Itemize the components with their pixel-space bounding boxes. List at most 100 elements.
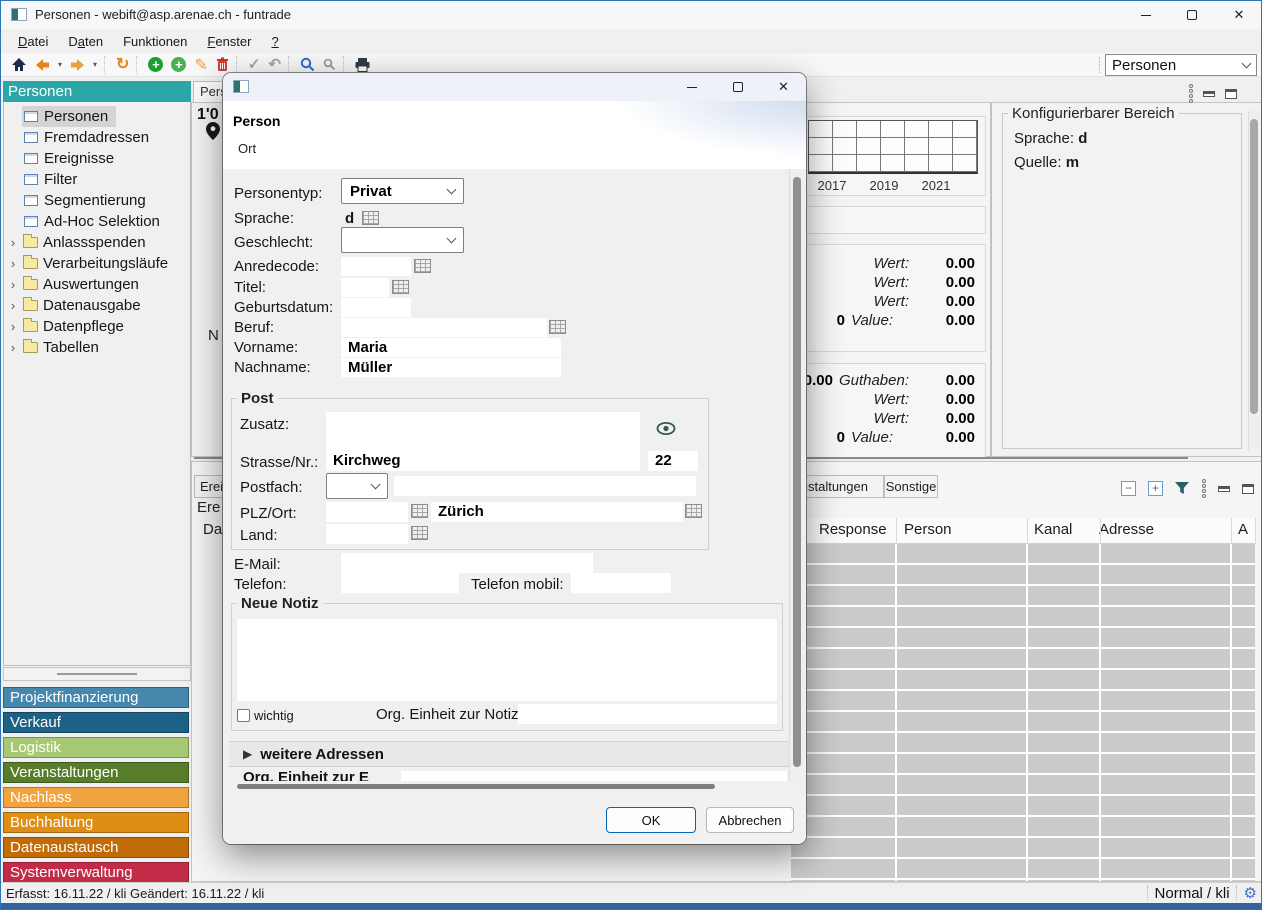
refresh-button[interactable]: ↻ [112,54,133,76]
hscrollbar-thumb[interactable] [237,784,715,789]
sidebar-item-adhoc-selektion[interactable]: Ad-Hoc Selektion [4,211,190,232]
sidebar-splitter[interactable] [3,667,191,681]
expand-chevron-icon[interactable]: › [4,298,22,313]
home-button[interactable] [7,54,31,76]
forward-dropdown[interactable]: ▾ [89,54,101,76]
module-veranstaltungen[interactable]: Veranstaltungen [3,762,189,783]
module-datenaustausch[interactable]: Datenaustausch [3,837,189,858]
settings-gear-icon[interactable]: ⚙ [1244,884,1257,902]
personentyp-select[interactable]: Privat [341,178,464,204]
expand-chevron-icon[interactable]: › [4,319,22,334]
menu-fenster[interactable]: Fenster [198,32,260,51]
back-dropdown[interactable]: ▾ [54,54,66,76]
panel-minimize-icon[interactable] [1218,486,1230,492]
module-logistik[interactable]: Logistik [3,737,189,758]
expand-all-icon[interactable]: + [1148,481,1163,496]
eye-icon[interactable] [656,421,676,441]
grip-dots-icon[interactable] [1202,479,1206,498]
dialog-minimize-button[interactable] [669,73,715,101]
panel-scrollbar[interactable] [1248,111,1259,451]
expand-chevron-icon[interactable]: › [4,235,22,250]
postfach-select[interactable] [326,473,388,499]
expand-chevron-icon[interactable]: › [4,277,22,292]
sidebar-item-datenpflege[interactable]: ›Datenpflege [4,316,190,337]
panel-maximize-icon[interactable] [1242,484,1254,494]
lookup-table-icon[interactable] [549,320,566,334]
panel-minimize-icon[interactable] [1203,91,1215,97]
plz-input[interactable] [326,502,408,522]
vorname-input[interactable]: Maria [341,338,561,357]
lookup-table-icon[interactable] [362,211,379,225]
grip-dots-icon[interactable] [1189,84,1193,103]
menu-daten[interactable]: Daten [59,32,112,51]
module-nachlass[interactable]: Nachlass [3,787,189,808]
telefon-mobil-input[interactable] [571,573,671,593]
add-button[interactable]: + [144,54,167,76]
sidebar-item-personen[interactable]: Personen [4,106,190,127]
telefon-input[interactable] [341,573,459,593]
ok-button[interactable]: OK [606,807,696,833]
lookup-table-icon[interactable] [414,259,431,273]
sidebar-item-datenausgabe[interactable]: ›Datenausgabe [4,295,190,316]
sidebar-item-auswertungen[interactable]: ›Auswertungen [4,274,190,295]
collapse-all-icon[interactable]: − [1121,481,1136,496]
window-maximize-button[interactable] [1169,1,1215,29]
vscrollbar-thumb[interactable] [793,177,801,767]
sidebar-item-fremdadressen[interactable]: Fremdadressen [4,127,190,148]
column-response[interactable]: Response [819,521,887,538]
back-button[interactable] [31,54,54,76]
panel-scrollbar-thumb[interactable] [1250,119,1258,414]
column-a[interactable]: A [1238,521,1248,538]
weitere-adressen-expander[interactable]: ▶ weitere Adressen [229,741,790,767]
dialog-close-button[interactable]: ✕ [761,73,806,101]
menu-datei[interactable]: Datei [9,32,57,51]
land-input[interactable] [326,524,408,544]
lookup-table-icon[interactable] [411,504,428,518]
window-minimize-button[interactable] [1123,1,1169,29]
window-close-button[interactable]: ✕ [1215,1,1262,29]
strasse-input[interactable]: Kirchweg [326,451,640,471]
sidebar-item-tabellen[interactable]: ›Tabellen [4,337,190,358]
lookup-table-icon[interactable] [411,526,428,540]
sprache-value[interactable]: d [345,210,354,227]
sidebar-item-verarbeitungslaeufe[interactable]: ›Verarbeitungsläufe [4,253,190,274]
menu-funktionen[interactable]: Funktionen [114,32,196,51]
sidebar-item-filter[interactable]: Filter [4,169,190,190]
dialog-vscrollbar[interactable] [789,169,805,781]
menu-help[interactable]: ? [262,32,287,51]
wichtig-checkbox[interactable] [237,709,250,722]
expand-chevron-icon[interactable]: › [4,340,22,355]
module-verkauf[interactable]: Verkauf [3,712,189,733]
filter-icon[interactable] [1175,482,1190,495]
panel-maximize-icon[interactable] [1225,89,1237,99]
dialog-maximize-button[interactable] [715,73,761,101]
org-einheit-input[interactable] [518,704,777,724]
tab-sonstige[interactable]: Sonstige [884,475,938,498]
column-adresse[interactable]: Adresse [1099,521,1154,538]
zusatz-input[interactable] [326,412,640,452]
lookup-table-icon[interactable] [392,280,409,294]
column-person[interactable]: Person [904,521,952,538]
column-kanal[interactable]: Kanal [1034,521,1072,538]
sidebar-item-segmentierung[interactable]: Segmentierung [4,190,190,211]
postfach-input[interactable] [394,476,696,496]
titel-input[interactable] [341,278,389,297]
sidebar-item-ereignisse[interactable]: Ereignisse [4,148,190,169]
clipped-input[interactable] [401,771,787,781]
module-buchhaltung[interactable]: Buchhaltung [3,812,189,833]
ort-input[interactable]: Zürich [431,502,683,522]
email-input[interactable] [341,553,593,573]
nachname-input[interactable]: Müller [341,358,561,377]
hausnummer-input[interactable]: 22 [648,451,698,471]
anredecode-input[interactable] [341,257,411,276]
notiz-textarea[interactable] [237,619,777,701]
edit-button[interactable]: ✎ [190,54,211,76]
dialog-hscrollbar[interactable] [223,781,790,793]
context-combobox[interactable]: Personen [1105,54,1257,76]
geschlecht-select[interactable] [341,227,464,253]
sidebar-item-anlassspenden[interactable]: ›Anlassspenden [4,232,190,253]
module-projektfinanzierung[interactable]: Projektfinanzierung [3,687,189,708]
add-special-button[interactable]: + [167,54,190,76]
beruf-input[interactable] [341,318,547,337]
module-systemverwaltung[interactable]: Systemverwaltung [3,862,189,883]
